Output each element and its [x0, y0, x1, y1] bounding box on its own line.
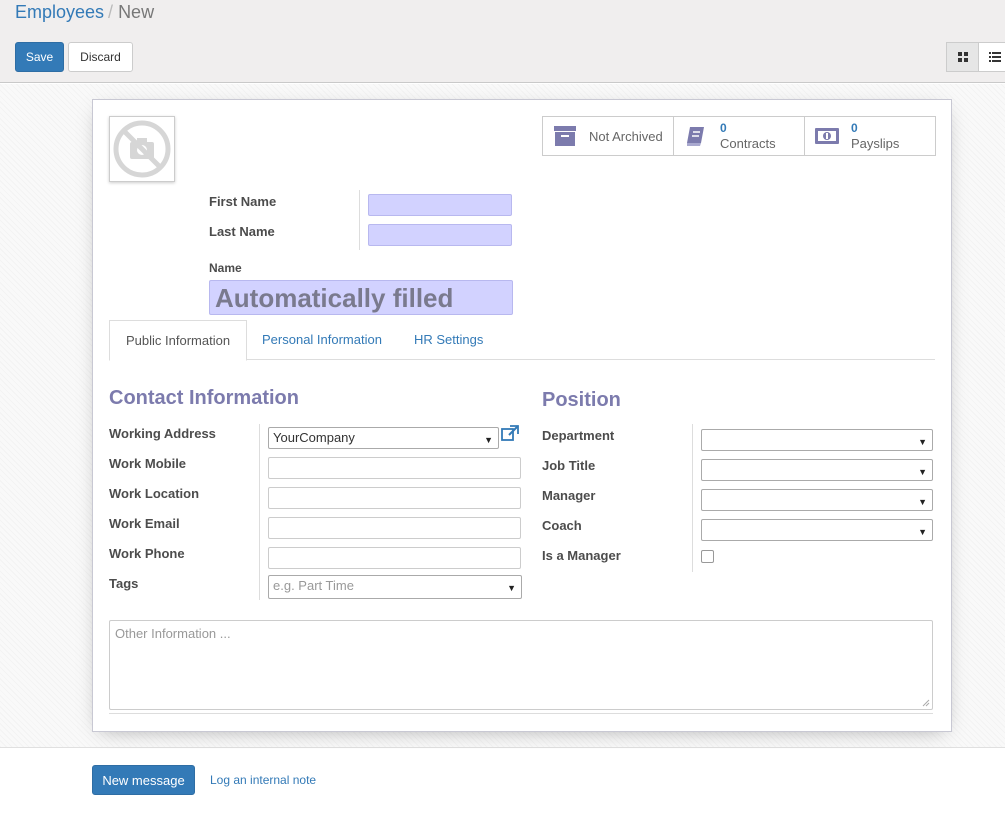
kanban-view-button[interactable] [946, 42, 979, 72]
is-manager-label: Is a Manager [542, 548, 621, 563]
contracts-label: Contracts [720, 136, 776, 151]
notebook-tabs: Public Information Personal Information … [109, 320, 935, 361]
work-mobile-input[interactable] [268, 457, 521, 479]
resize-handle-icon[interactable] [922, 699, 930, 707]
control-panel: Employees / New Save Discard [0, 0, 1005, 83]
working-address-label: Working Address [109, 426, 216, 441]
chevron-down-icon: ▼ [918, 497, 927, 507]
last-name-label: Last Name [209, 224, 275, 239]
breadcrumb-separator: / [108, 2, 114, 22]
no-photo-icon [113, 120, 171, 178]
payslips-button[interactable]: 0 Payslips [804, 116, 936, 156]
chevron-down-icon: ▼ [507, 583, 516, 593]
form-sheet: Not Archived 0 Contracts 0 Payslips Firs… [92, 99, 952, 732]
first-name-label: First Name [209, 194, 277, 209]
tags-select[interactable]: e.g. Part Time ▼ [268, 575, 522, 599]
notes-divider [109, 713, 933, 714]
work-phone-input[interactable] [268, 547, 521, 569]
contact-information-title: Contact Information [109, 387, 299, 409]
manager-label: Manager [542, 488, 596, 503]
work-location-label: Work Location [109, 486, 200, 501]
contact-divider [259, 424, 260, 600]
coach-select[interactable]: ▼ [701, 519, 933, 541]
chevron-down-icon: ▼ [484, 435, 493, 445]
kanban-icon [957, 52, 968, 62]
chatter: New message Log an internal note [0, 749, 1005, 814]
breadcrumb-current: New [118, 2, 155, 22]
tab-public-information[interactable]: Public Information [109, 320, 248, 361]
work-email-label: Work Email [109, 516, 180, 531]
last-name-input[interactable] [368, 224, 512, 246]
payslips-count: 0 [851, 121, 858, 135]
contracts-button[interactable]: 0 Contracts [673, 116, 805, 156]
external-link-icon[interactable] [501, 425, 519, 444]
chevron-down-icon: ▼ [918, 467, 927, 477]
chevron-down-icon: ▼ [918, 527, 927, 537]
department-label: Department [542, 428, 615, 443]
employee-photo[interactable] [109, 116, 175, 182]
other-information-textarea[interactable]: Other Information ... [109, 620, 933, 710]
breadcrumb-employees-link[interactable]: Employees [15, 2, 104, 22]
log-internal-note-link[interactable]: Log an internal note [210, 773, 316, 787]
tags-placeholder: e.g. Part Time [273, 578, 354, 593]
job-title-select[interactable]: ▼ [701, 459, 933, 481]
list-icon [988, 52, 1001, 62]
work-phone-label: Work Phone [109, 546, 185, 561]
header-divider [359, 190, 360, 250]
save-button[interactable]: Save [15, 42, 64, 72]
tags-label: Tags [109, 576, 139, 591]
job-title-label: Job Title [542, 458, 596, 473]
first-name-input[interactable] [368, 194, 512, 216]
money-icon [813, 122, 841, 150]
breadcrumb: Employees / New [15, 2, 154, 23]
tab-hr-settings[interactable]: HR Settings [398, 320, 499, 360]
form-view-background: Not Archived 0 Contracts 0 Payslips Firs… [0, 84, 1005, 748]
work-email-input[interactable] [268, 517, 521, 539]
archive-status-label: Not Archived [589, 128, 663, 144]
discard-button[interactable]: Discard [68, 42, 133, 72]
other-information-placeholder: Other Information ... [115, 626, 231, 641]
work-location-input[interactable] [268, 487, 521, 509]
name-input[interactable]: Automatically filled [209, 280, 513, 315]
archive-icon [551, 122, 579, 150]
payslips-label: Payslips [851, 136, 900, 151]
list-view-button[interactable] [978, 42, 1005, 72]
position-divider [692, 424, 693, 572]
coach-label: Coach [542, 518, 582, 533]
is-manager-checkbox[interactable] [701, 550, 714, 563]
working-address-select[interactable]: YourCompany ▼ [268, 427, 499, 449]
working-address-value: YourCompany [273, 430, 355, 445]
work-mobile-label: Work Mobile [109, 456, 187, 471]
manager-select[interactable]: ▼ [701, 489, 933, 511]
department-select[interactable]: ▼ [701, 429, 933, 451]
chevron-down-icon: ▼ [918, 437, 927, 447]
book-icon [682, 122, 710, 150]
archive-toggle-button[interactable]: Not Archived [542, 116, 674, 156]
name-label: Name [209, 261, 242, 275]
position-title: Position [542, 389, 621, 411]
new-message-button[interactable]: New message [92, 765, 195, 795]
view-switcher [946, 42, 1005, 72]
tab-personal-information[interactable]: Personal Information [246, 320, 398, 360]
contracts-count: 0 [720, 121, 727, 135]
